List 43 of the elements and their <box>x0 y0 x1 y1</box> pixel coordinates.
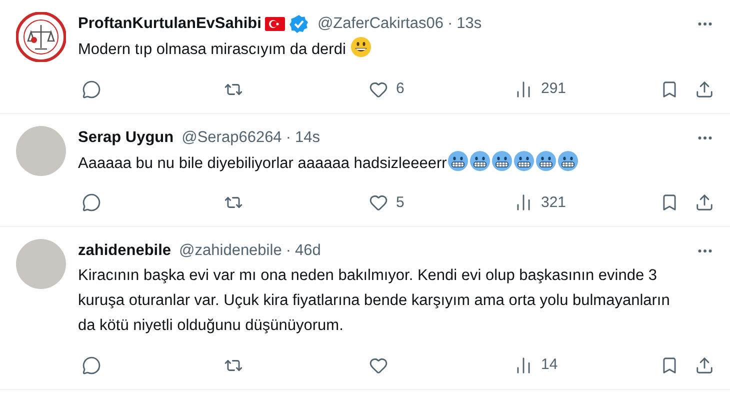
count-text: 321 <box>541 192 566 212</box>
bookmark-icon[interactable] <box>660 80 679 99</box>
post-text: Kiracının başka evi var mı ona neden bakılmıyor. Kendi evi olup başkasının evinde 3 kuruşa oturanlar var. Uçuk kira fiyatlarına bende karşıyım ama orta yolu bulmayanların da kötü niyetli olduğunu düşünüyorum. <box>78 267 670 334</box>
cold-face-emoji-icon <box>490 150 513 172</box>
reply-icon[interactable] <box>82 80 101 99</box>
count-text: 14 <box>541 355 558 375</box>
cold-face-emoji-icon <box>556 150 579 172</box>
share-icon[interactable] <box>695 193 714 212</box>
post-text: Modern tıp olmasa mirascıyım da derdi <box>78 41 346 58</box>
post-time[interactable]: 46d <box>294 239 321 263</box>
post-time[interactable]: 14s <box>294 126 320 150</box>
cold-face-emoji-icon <box>534 150 557 172</box>
bookmark-icon[interactable] <box>660 356 679 375</box>
user-handle[interactable]: @ZaferCakirtas06 <box>317 12 444 36</box>
views-icon[interactable] <box>514 193 533 212</box>
separator-dot: · <box>286 128 291 148</box>
post-text: Aaaaaa bu nu bile diyebiliyorlar aaaaaa hadsizleeeerr <box>78 154 447 172</box>
cold-face-emoji-icon <box>446 150 469 172</box>
like-icon[interactable] <box>369 80 388 99</box>
separator-dot: · <box>286 241 291 261</box>
post-time[interactable]: 13s <box>456 12 482 36</box>
like-icon[interactable] <box>369 356 388 375</box>
user-handle[interactable]: @Serap66264 <box>182 126 282 150</box>
reply-icon[interactable] <box>82 356 101 375</box>
user-name[interactable]: ProftanKurtulanEvSahibi <box>78 12 262 36</box>
views-icon[interactable] <box>514 80 533 99</box>
bookmark-icon[interactable] <box>660 193 679 212</box>
share-icon[interactable] <box>695 356 714 375</box>
like-icon[interactable] <box>369 193 388 212</box>
count-text: 5 <box>396 192 404 212</box>
views-icon[interactable] <box>514 356 533 375</box>
user-handle[interactable]: @zahidenebile <box>179 239 282 263</box>
cold-face-emoji-icon <box>468 150 491 172</box>
grinning-face-emoji-icon <box>350 36 372 58</box>
count-text: 6 <box>396 79 404 99</box>
cold-face-emoji-icon <box>512 150 535 172</box>
user-name[interactable]: Serap Uygun <box>78 126 174 150</box>
count-text: 291 <box>541 79 566 99</box>
avatar-logo-icon <box>16 12 66 62</box>
user-name[interactable]: zahidenebile <box>78 239 172 263</box>
separator-dot: · <box>447 14 453 34</box>
share-icon[interactable] <box>695 80 714 99</box>
reply-icon[interactable] <box>82 193 101 212</box>
